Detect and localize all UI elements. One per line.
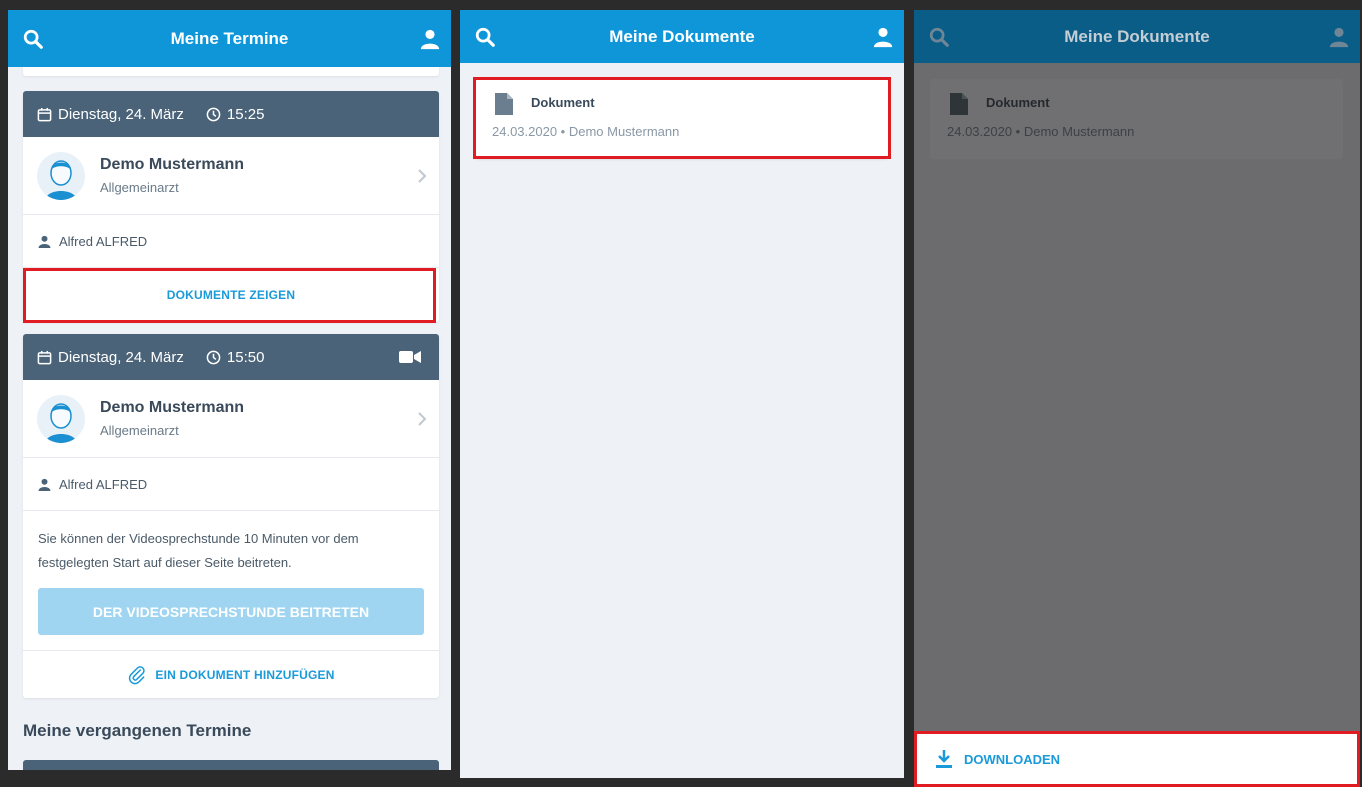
app-bar: Meine Termine	[8, 10, 451, 67]
user-icon	[38, 478, 51, 491]
chevron-right-icon	[418, 169, 427, 183]
user-icon[interactable]	[1328, 26, 1350, 48]
appointment-card: Dienstag, 24. März 15:50 Demo Mustermann…	[23, 334, 439, 698]
doctor-avatar	[37, 394, 85, 443]
user-icon[interactable]	[419, 28, 441, 50]
search-icon[interactable]	[928, 26, 950, 48]
appointment-header: Dienstag, 24. März 15:25	[23, 91, 439, 137]
video-camera-icon	[399, 351, 421, 363]
clock-icon	[206, 350, 221, 364]
file-icon	[950, 93, 968, 115]
doctor-specialty: Allgemeinarzt	[100, 180, 179, 195]
patient-name: Alfred ALFRED	[59, 233, 148, 249]
appointment-date: Dienstag, 24. März	[58, 348, 184, 366]
highlight-box	[914, 731, 1360, 787]
page-title: Meine Dokumente	[1064, 26, 1210, 46]
patient-name: Alfred ALFRED	[59, 476, 148, 492]
past-appointments-title: Meine vergangenen Termine	[23, 721, 252, 740]
document-item[interactable]: Dokument 24.03.2020 • Demo Mustermann	[930, 79, 1343, 159]
doctor-row[interactable]: Demo Mustermann Allgemeinarzt	[23, 380, 439, 458]
patient-row: Alfred ALFRED	[23, 458, 439, 511]
screen-meine-termine: Meine Termine Dienstag, 24. März 15:25 D…	[8, 10, 451, 770]
document-meta: 24.03.2020 • Demo Mustermann	[947, 124, 1135, 139]
chevron-right-icon	[418, 412, 427, 426]
doctor-name: Demo Mustermann	[100, 156, 245, 173]
doctor-row[interactable]: Demo Mustermann Allgemeinarzt	[23, 137, 439, 215]
previous-card-fragment	[23, 67, 439, 76]
appointment-time: 15:25	[226, 105, 265, 123]
user-icon	[38, 235, 51, 248]
page-title: Meine Dokumente	[609, 26, 755, 46]
calendar-icon	[37, 350, 52, 364]
doctor-specialty: Allgemeinarzt	[100, 423, 179, 438]
clock-icon	[206, 107, 221, 121]
screen-meine-dokumente: Meine Dokumente Dokument 24.03.2020 • De…	[460, 10, 904, 778]
appointment-header: Dienstag, 24. März 15:50	[23, 334, 439, 380]
doctor-name: Demo Mustermann	[100, 399, 245, 416]
screen-meine-dokumente-overlay: Meine Dokumente Dokument 24.03.2020 • De…	[914, 10, 1360, 787]
past-card-fragment	[23, 760, 439, 770]
page-title: Meine Termine	[170, 28, 289, 48]
document-name: Dokument	[986, 95, 1050, 110]
patient-row: Alfred ALFRED	[23, 215, 439, 268]
paperclip-icon	[129, 665, 146, 684]
appointment-date: Dienstag, 24. März	[58, 105, 184, 123]
video-info-text: Sie können der Videosprechstunde 10 Minu…	[38, 531, 359, 570]
calendar-icon	[37, 107, 52, 121]
add-document-label: EIN DOKUMENT HINZUFÜGEN	[155, 667, 335, 682]
add-document-button[interactable]: EIN DOKUMENT HINZUFÜGEN	[23, 651, 439, 698]
appointment-time: 15:50	[226, 348, 265, 366]
join-video-button[interactable]: DER VIDEOSPRECHSTUNDE BEITRETEN	[38, 588, 424, 635]
highlight-box	[473, 77, 891, 159]
highlight-box	[23, 268, 436, 323]
search-icon[interactable]	[474, 26, 496, 48]
app-bar: Meine Dokumente	[460, 10, 904, 63]
app-bar: Meine Dokumente	[914, 10, 1360, 63]
user-icon[interactable]	[872, 26, 894, 48]
doctor-avatar	[37, 151, 85, 200]
search-icon[interactable]	[22, 28, 44, 50]
